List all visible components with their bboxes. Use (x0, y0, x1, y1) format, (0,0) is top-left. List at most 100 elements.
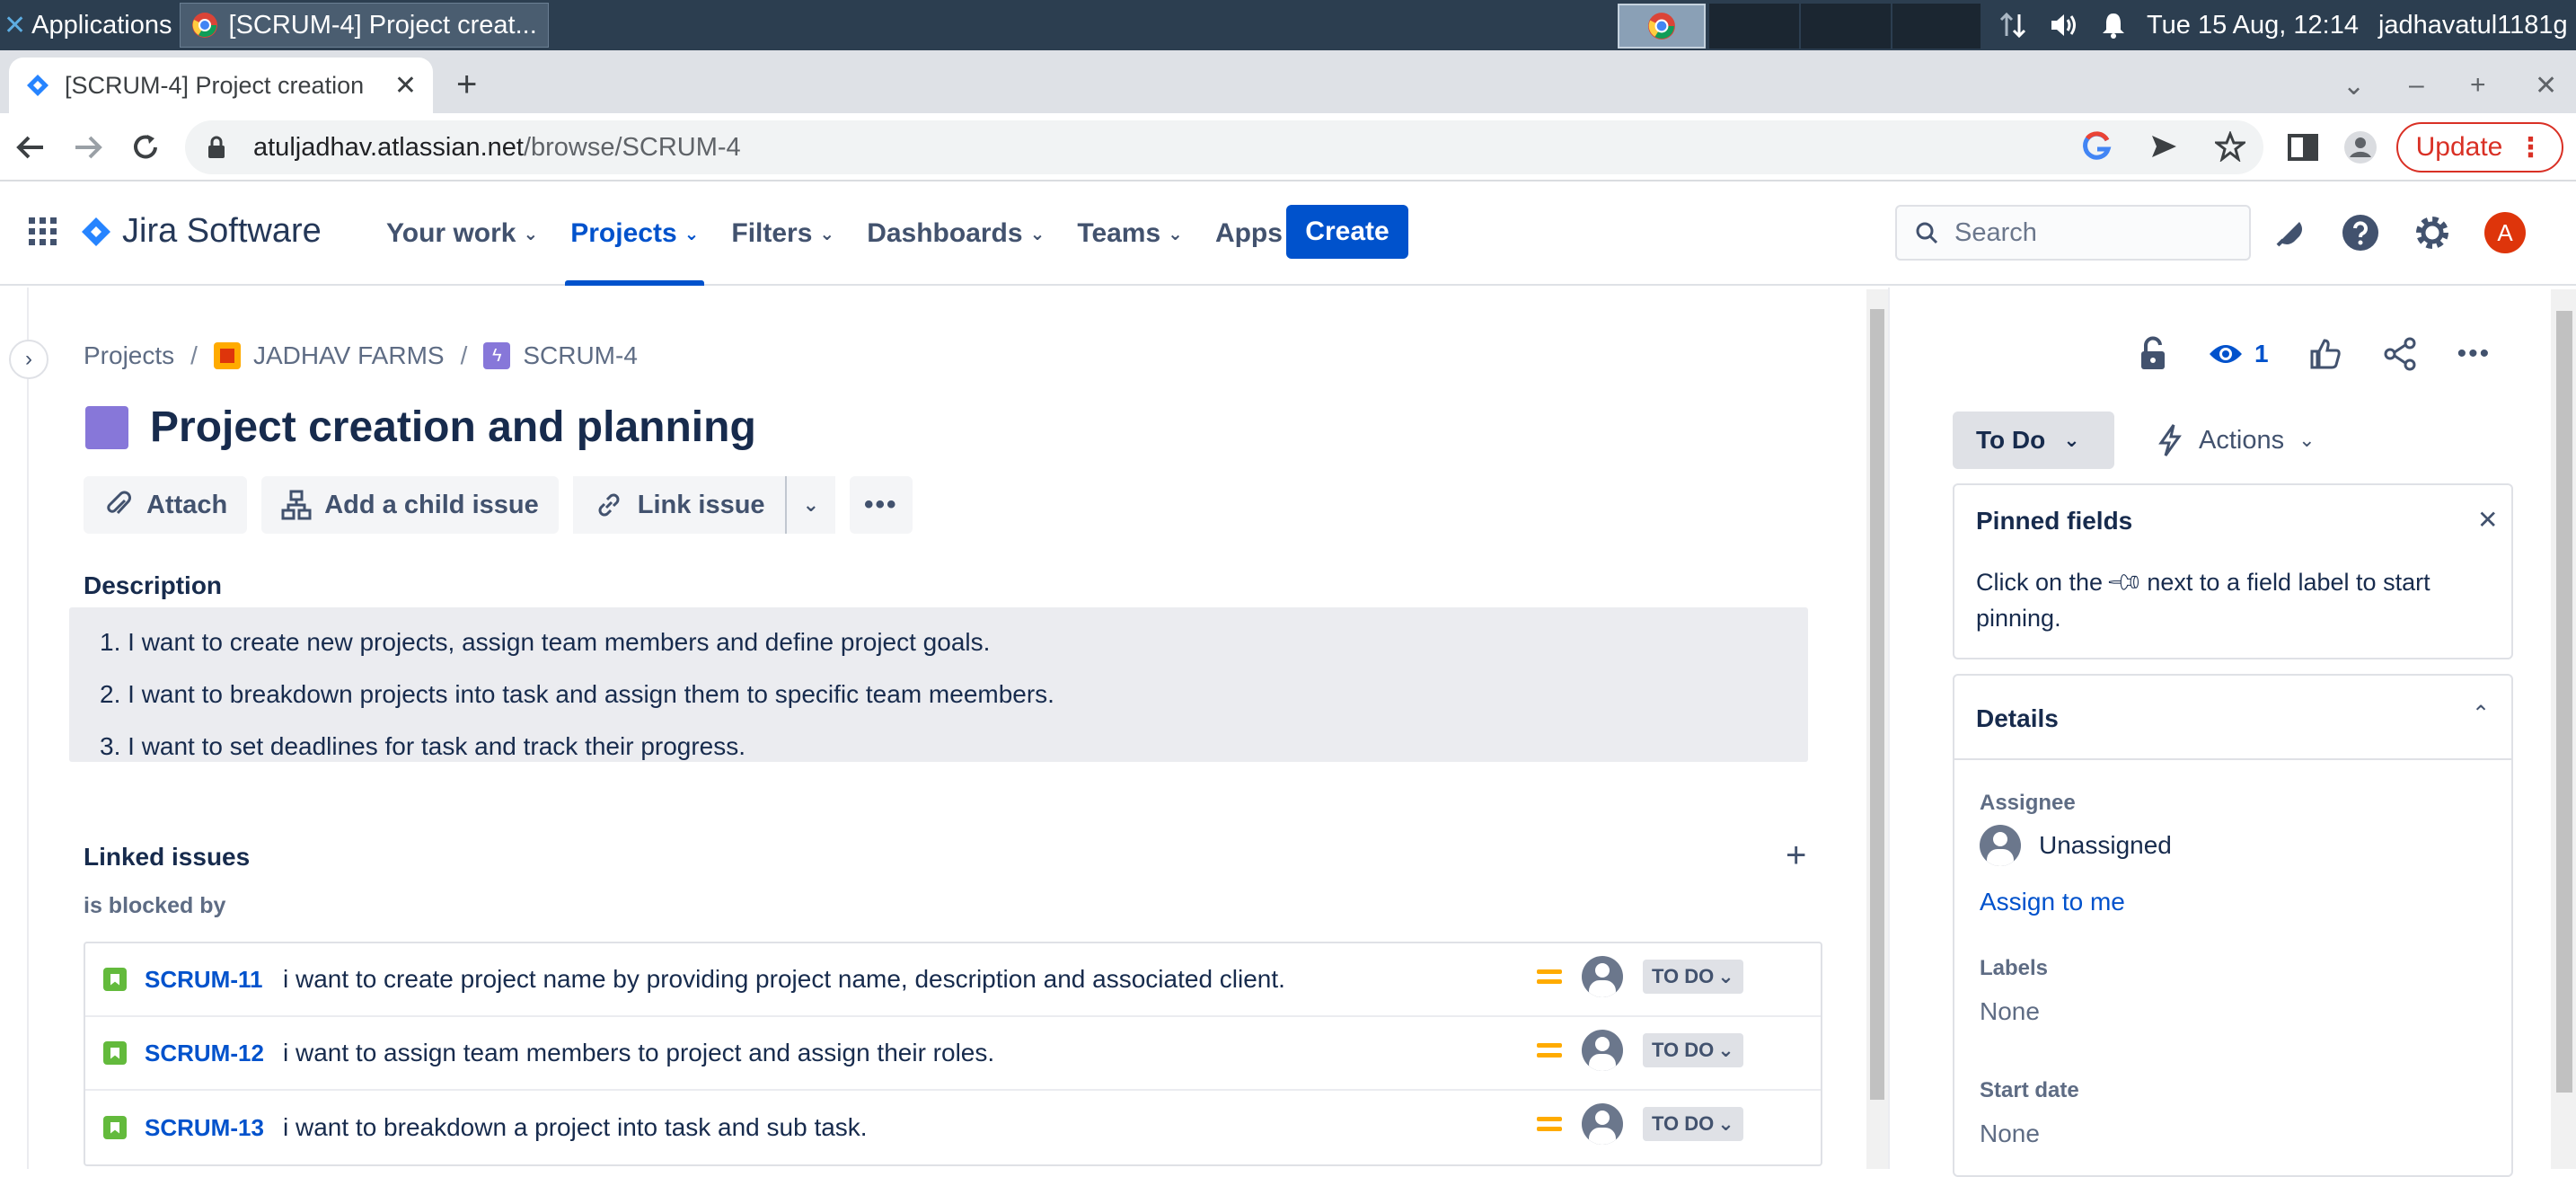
issue-action-bar: Attach Add a child issue Link issue ⌄ ••… (84, 476, 913, 534)
breadcrumb-issue[interactable]: ϟ SCRUM-4 (483, 341, 638, 370)
watch-button[interactable]: 1 (2208, 340, 2269, 368)
thumbs-up-icon[interactable] (2308, 337, 2342, 371)
tab-close-icon[interactable]: ✕ (394, 70, 417, 102)
status-dropdown[interactable]: TO DO ⌄ (1643, 1107, 1743, 1141)
unassigned-avatar-icon[interactable] (1582, 1030, 1623, 1071)
attach-button[interactable]: Attach (84, 476, 248, 534)
assignee-field[interactable]: Unassigned (1980, 825, 2172, 866)
description-content[interactable]: 1. I want to create new projects, assign… (69, 607, 1808, 762)
scrollbar-thumb[interactable] (2556, 311, 2572, 1093)
nav-projects[interactable]: Projects ⌄ (561, 181, 708, 286)
status-label: TO DO (1652, 1112, 1715, 1135)
story-bookmark-icon (103, 968, 127, 991)
address-bar[interactable]: atuljadhav.atlassian.net/browse/SCRUM-4 (185, 120, 2263, 174)
nav-your-work[interactable]: Your work ⌄ (377, 181, 547, 286)
nav-teams[interactable]: Teams ⌄ (1068, 181, 1192, 286)
user-avatar[interactable]: A (2484, 212, 2526, 253)
brand-name: Jira Software (122, 212, 322, 250)
session-user[interactable]: jadhavatul1181g (2378, 11, 2568, 40)
unassigned-avatar-icon[interactable] (1582, 956, 1623, 997)
more-actions-button[interactable]: ••• (850, 476, 913, 534)
add-child-issue-button[interactable]: Add a child issue (261, 476, 559, 534)
google-lens-icon[interactable] (2082, 131, 2113, 162)
side-panel-icon[interactable] (2285, 129, 2321, 165)
settings-gear-icon[interactable] (2413, 213, 2452, 252)
app-switcher-grid-icon[interactable] (27, 216, 59, 248)
linked-issue-summary[interactable]: i want to assign team members to project… (283, 1039, 994, 1067)
back-icon[interactable] (13, 129, 49, 165)
details-header[interactable]: Details ⌃ (1954, 676, 2511, 760)
linked-issue-key[interactable]: SCRUM-12 (145, 1040, 283, 1067)
labels-label: Labels (1980, 956, 2049, 980)
workspace-3[interactable] (1892, 4, 1981, 49)
linked-issue-row[interactable]: SCRUM-11 i want to create project name b… (85, 943, 1821, 1017)
volume-icon[interactable] (2048, 11, 2080, 40)
link-issue-dropdown[interactable]: ⌄ (786, 476, 835, 534)
search-icon (1916, 222, 1938, 244)
breadcrumb-issue-label: SCRUM-4 (523, 341, 638, 369)
actions-button[interactable]: Actions ⌄ (2152, 412, 2319, 469)
linked-issue-row[interactable]: SCRUM-12 i want to assign team members t… (85, 1017, 1821, 1091)
linked-issue-key[interactable]: SCRUM-11 (145, 966, 283, 994)
start-date-value[interactable]: None (1980, 1119, 2040, 1148)
close-icon[interactable]: ✕ (2477, 505, 2498, 535)
notification-bell-icon[interactable] (2100, 11, 2127, 40)
update-button[interactable]: Update ⋮ (2396, 122, 2563, 173)
scrollbar-thumb[interactable] (1870, 309, 1884, 1100)
taskbar-window-button[interactable]: [SCRUM-4] Project creat... (179, 3, 549, 48)
send-to-device-icon[interactable] (2148, 131, 2179, 162)
issue-status-dropdown[interactable]: To Do ⌄ (1953, 412, 2114, 469)
panel-scrollbar[interactable] (2551, 289, 2576, 1169)
assign-to-me-link[interactable]: Assign to me (1980, 888, 2125, 916)
nav-dashboards[interactable]: Dashboards ⌄ (858, 181, 1054, 286)
clock[interactable]: Tue 15 Aug, 12:14 (2147, 11, 2359, 40)
bookmark-star-icon[interactable] (2215, 131, 2245, 162)
breadcrumb-project[interactable]: JADHAV FARMS (213, 341, 445, 370)
close-window-icon[interactable]: ✕ (2535, 70, 2557, 102)
minimize-icon[interactable]: – (2409, 70, 2424, 101)
search-input[interactable]: Search (1895, 205, 2251, 261)
breadcrumb-projects[interactable]: Projects (84, 341, 174, 370)
issue-title[interactable]: Project creation and planning (150, 403, 756, 452)
expand-sidebar-button[interactable]: › (9, 340, 49, 379)
add-linked-issue-button[interactable]: + (1786, 837, 1806, 873)
start-date-label: Start date (1980, 1078, 2079, 1102)
reload-icon[interactable] (128, 129, 163, 165)
status-dropdown[interactable]: TO DO ⌄ (1643, 960, 1743, 994)
create-button[interactable]: Create (1286, 205, 1408, 259)
breadcrumb: Projects / JADHAV FARMS / ϟ SCRUM-4 (84, 341, 638, 370)
share-icon[interactable] (2382, 336, 2418, 372)
lock-restrictions-icon[interactable] (2138, 336, 2168, 372)
forward-icon[interactable] (70, 129, 106, 165)
help-icon[interactable] (2341, 213, 2380, 252)
linked-issue-summary[interactable]: i want to create project name by providi… (283, 965, 1285, 994)
linked-issue-key[interactable]: SCRUM-13 (145, 1114, 283, 1142)
applications-menu[interactable]: ✕ Applications (0, 0, 172, 50)
jira-logo-icon (82, 217, 110, 246)
main-scrollbar[interactable] (1866, 289, 1888, 1169)
workspace-1[interactable] (1709, 4, 1799, 49)
network-icon[interactable] (1998, 11, 2028, 40)
assignee-value: Unassigned (2039, 831, 2172, 859)
workspace-2[interactable] (1801, 4, 1891, 49)
tab-search-chevron-icon[interactable]: ⌄ (2342, 70, 2365, 102)
linked-issue-summary[interactable]: i want to breakdown a project into task … (283, 1113, 868, 1142)
labels-value[interactable]: None (1980, 997, 2040, 1026)
nav-filters[interactable]: Filters ⌄ (722, 181, 843, 286)
lock-icon[interactable] (207, 135, 226, 160)
maximize-icon[interactable]: + (2470, 70, 2486, 101)
profile-icon[interactable] (2342, 129, 2378, 165)
taskbar-chrome-launcher[interactable] (1618, 4, 1706, 49)
url-path: /browse/SCRUM-4 (523, 132, 741, 162)
link-issue-button[interactable]: Link issue (572, 476, 785, 534)
browser-tab[interactable]: [SCRUM-4] Project creation ✕ (9, 58, 433, 113)
more-horizontal-icon[interactable]: ••• (2457, 339, 2492, 369)
jira-logo[interactable]: Jira Software (81, 212, 322, 251)
os-taskbar: ✕ Applications [SCRUM-4] Project creat..… (0, 0, 2576, 50)
notifications-bell-icon[interactable] (2272, 215, 2308, 251)
pinned-hint-part1: Click on the (1976, 569, 2104, 596)
linked-issue-row[interactable]: SCRUM-13 i want to breakdown a project i… (85, 1091, 1821, 1164)
new-tab-button[interactable]: + (456, 66, 477, 102)
unassigned-avatar-icon[interactable] (1582, 1103, 1623, 1145)
status-dropdown[interactable]: TO DO ⌄ (1643, 1033, 1743, 1067)
